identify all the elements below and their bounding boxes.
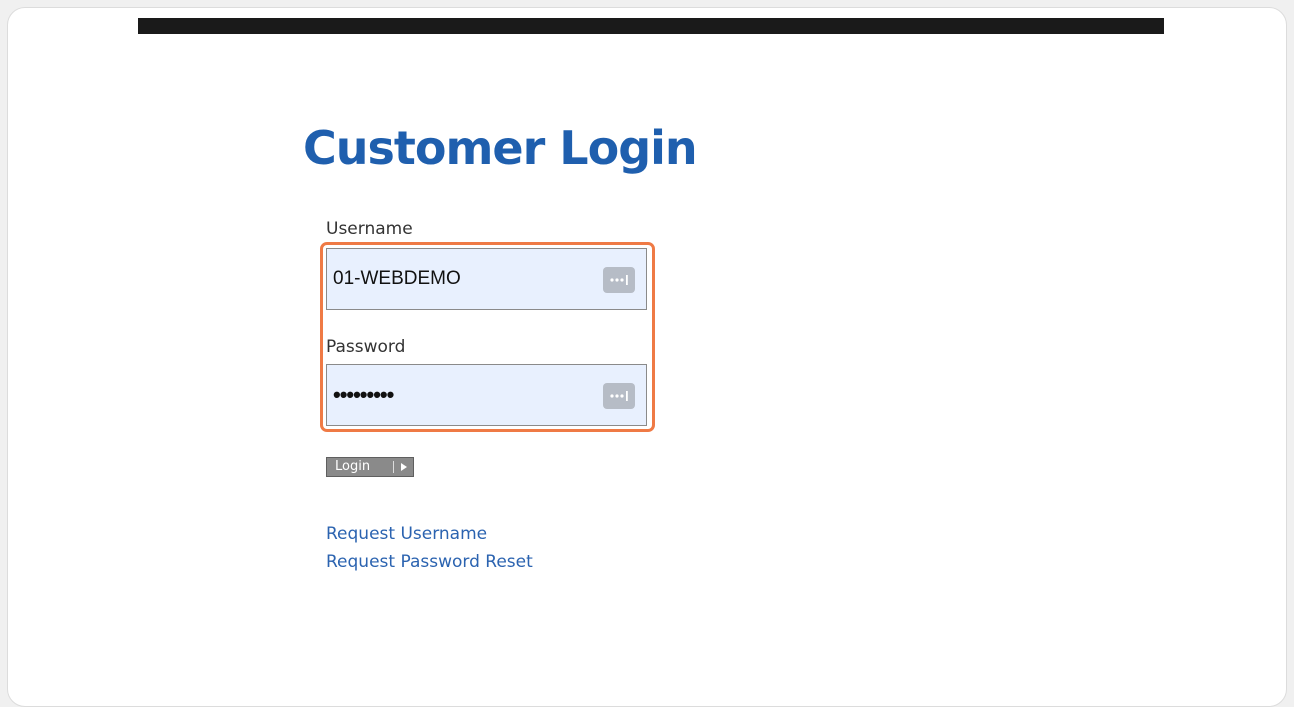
login-button[interactable]: Login bbox=[326, 457, 414, 477]
page-title: Customer Login bbox=[303, 121, 698, 175]
password-label: Password bbox=[326, 337, 406, 357]
password-manager-icon[interactable] bbox=[603, 267, 635, 293]
username-value: 01-WEBDEMO bbox=[333, 268, 461, 289]
password-value: ••••••••• bbox=[333, 382, 394, 407]
play-arrow-icon bbox=[401, 463, 407, 471]
password-input[interactable]: ••••••••• bbox=[326, 364, 647, 426]
username-label: Username bbox=[326, 219, 413, 239]
password-manager-icon[interactable] bbox=[603, 383, 635, 409]
login-button-label: Login bbox=[335, 459, 371, 474]
request-password-reset-link[interactable]: Request Password Reset bbox=[326, 550, 533, 574]
site-header-bar bbox=[138, 18, 1164, 34]
request-username-link[interactable]: Request Username bbox=[326, 522, 487, 546]
login-button-divider bbox=[393, 461, 394, 473]
username-input[interactable]: 01-WEBDEMO bbox=[326, 248, 647, 310]
